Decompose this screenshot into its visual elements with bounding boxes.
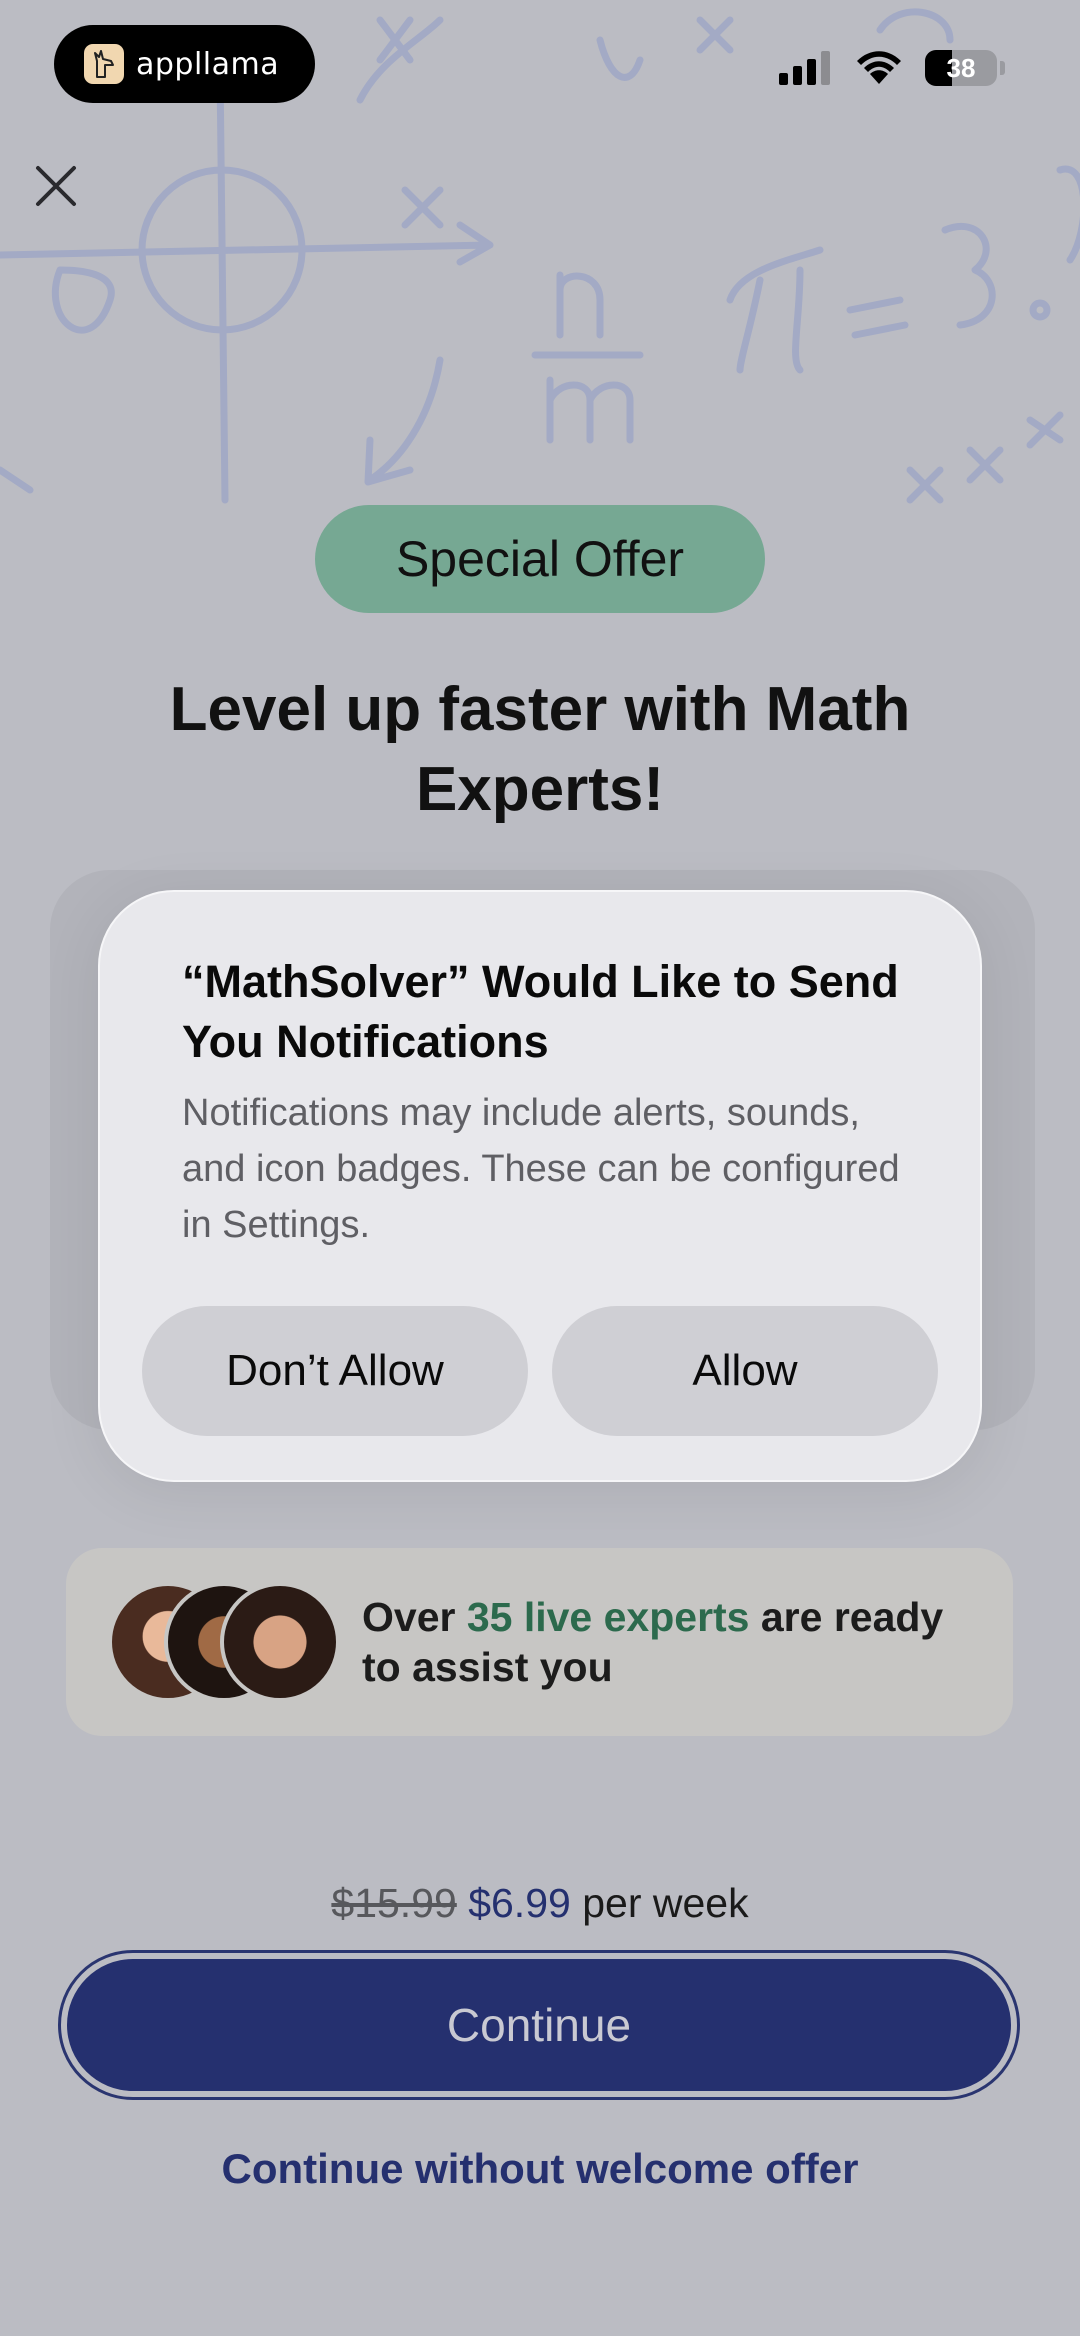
expert-avatar (220, 1582, 340, 1702)
battery-level: 38 (946, 52, 976, 83)
screen-recorder-brand-pill: appllama (54, 25, 315, 103)
original-price: $15.99 (331, 1880, 457, 1926)
continue-button[interactable]: Continue (67, 1959, 1011, 2091)
page-headline: Level up faster with Math Experts! (169, 675, 911, 824)
experts-highlight: 35 live experts (466, 1594, 750, 1640)
continue-button-frame: Continue (58, 1950, 1020, 2100)
wifi-icon (857, 51, 901, 84)
close-icon[interactable] (30, 160, 82, 212)
battery-icon: 38 (925, 50, 1005, 86)
experts-prefix: Over (362, 1594, 467, 1640)
price-period: per week (582, 1880, 749, 1926)
cellular-signal-icon (779, 51, 830, 85)
dialog-message: Notifications may include alerts, sounds… (182, 1092, 900, 1246)
live-experts-text: Over 35 live experts are ready to assist… (362, 1592, 962, 1692)
dialog-title: “MathSolver” Would Like to Send You Noti… (182, 956, 899, 1067)
status-icons: 38 (779, 50, 1005, 86)
notification-permission-dialog: “MathSolver” Would Like to Send You Noti… (98, 890, 982, 1482)
live-experts-banner: Over 35 live experts are ready to assist… (66, 1548, 1013, 1736)
price-line: $15.99 $6.99 per week (0, 1880, 1080, 1927)
brand-name: appllama (136, 46, 280, 82)
continue-without-offer-link[interactable]: Continue without welcome offer (0, 2145, 1080, 2193)
allow-button[interactable]: Allow (552, 1306, 938, 1436)
dont-allow-button[interactable]: Don’t Allow (142, 1306, 528, 1436)
special-offer-badge: Special Offer (315, 505, 765, 613)
llama-logo-icon (84, 44, 124, 84)
discounted-price: $6.99 (468, 1880, 571, 1926)
